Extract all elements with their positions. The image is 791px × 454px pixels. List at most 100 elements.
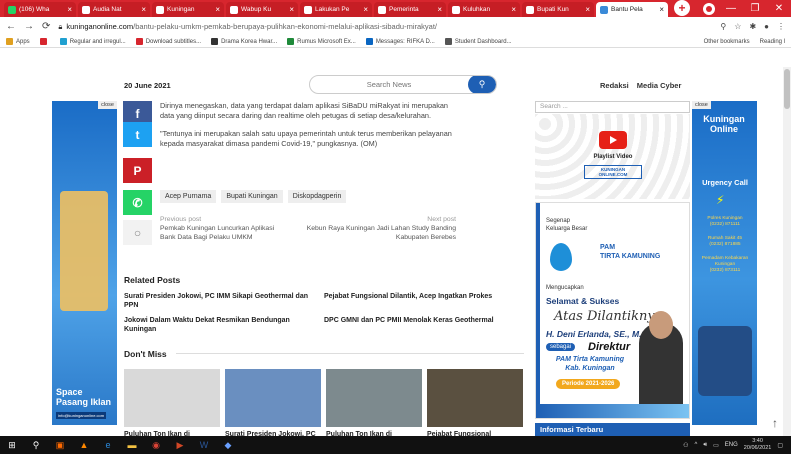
related-post-link[interactable]: Pejabat Fungsional Dilantik, Acep Ingatk… bbox=[324, 292, 524, 310]
dont-miss-card[interactable]: Surati Presiden Jokowi, PC bbox=[225, 369, 321, 436]
comment-icon[interactable]: ○ bbox=[123, 220, 152, 245]
volume-icon[interactable]: 🔊︎ bbox=[703, 442, 707, 449]
tab-favicon-icon bbox=[156, 5, 164, 14]
bookmark-item[interactable]: Drama Korea Hwar... bbox=[211, 38, 277, 45]
new-tab-button[interactable]: + bbox=[674, 0, 690, 16]
file-explorer-icon[interactable]: ▬ bbox=[126, 439, 138, 451]
search-button[interactable]: ⚲ bbox=[468, 76, 496, 93]
twitter-icon[interactable]: t bbox=[123, 122, 152, 147]
app-icon[interactable]: ▣ bbox=[54, 439, 66, 451]
tab-close-icon[interactable]: × bbox=[585, 5, 590, 14]
account-icon[interactable]: ● bbox=[764, 22, 769, 31]
related-post-link[interactable]: Surati Presiden Jokowi, PC IMM Sikapi Ge… bbox=[124, 292, 324, 310]
tag-chip[interactable]: Acep Purnama bbox=[160, 190, 217, 203]
browser-tab[interactable]: Bantu Pela × bbox=[596, 2, 668, 17]
star-icon[interactable]: ☆ bbox=[734, 22, 741, 31]
previous-post-link[interactable]: Previous post Pemkab Kuningan Luncurkan … bbox=[160, 215, 290, 242]
contact-info: Rumah Sakit 45 (0232) 871885 bbox=[707, 236, 743, 247]
dont-miss-card[interactable]: Puluhan Ton Ikan di bbox=[326, 369, 422, 436]
right-banner-ad[interactable]: close Kuningan Online Urgency Call ⚡︎ Po… bbox=[692, 101, 757, 425]
clock[interactable]: 3:40 20/06/2021 bbox=[744, 438, 772, 452]
link-media-cyber[interactable]: Media Cyber bbox=[637, 81, 682, 90]
search-icon[interactable]: ⚲ bbox=[30, 439, 42, 451]
bookmark-item[interactable]: Student Dashboard... bbox=[444, 38, 512, 45]
browser-tab[interactable]: Kuningan × bbox=[152, 2, 224, 17]
powerpoint-icon[interactable]: ▶ bbox=[174, 439, 186, 451]
browser-tab[interactable]: Pemerinta × bbox=[374, 2, 446, 17]
browser-tab[interactable]: Audia Nat × bbox=[78, 2, 150, 17]
bookmark-item[interactable]: Rumus Microsoft Ex... bbox=[287, 38, 356, 45]
tab-close-icon[interactable]: × bbox=[141, 5, 146, 14]
edge-icon[interactable]: e bbox=[102, 439, 114, 451]
chevron-up-icon[interactable]: ^ bbox=[695, 442, 698, 448]
ad-close-button[interactable]: close bbox=[692, 101, 711, 109]
tab-close-icon[interactable]: × bbox=[659, 5, 664, 14]
site-search: ⚲ bbox=[309, 75, 497, 94]
whatsapp-icon[interactable]: ✆ bbox=[123, 190, 152, 215]
language-indicator[interactable]: ENG bbox=[725, 442, 738, 448]
tab-close-icon[interactable]: × bbox=[511, 5, 516, 14]
playlist-video-widget[interactable]: Playlist Video KUNINGAN ONLINE.COM bbox=[584, 131, 642, 179]
extensions-icon[interactable]: ✱ bbox=[749, 22, 756, 31]
bookmark-icon bbox=[444, 38, 452, 45]
dont-miss-card[interactable]: Pejabat Fungsional bbox=[427, 369, 523, 436]
left-banner-ad[interactable]: close Space Pasang Iklan info@kuninganon… bbox=[52, 101, 117, 425]
bookmark-icon bbox=[135, 38, 143, 45]
bookmark-item[interactable]: Apps bbox=[6, 38, 30, 45]
back-icon[interactable]: ← bbox=[6, 21, 16, 32]
related-post-link[interactable]: Jokowi Dalam Waktu Dekat Resmikan Bendun… bbox=[124, 316, 324, 334]
tab-close-icon[interactable]: × bbox=[67, 5, 72, 14]
next-post-link[interactable]: Next post Kebun Raya Kuningan Jadi Lahan… bbox=[306, 215, 456, 242]
browser-tab[interactable]: Bupati Kun × bbox=[522, 2, 594, 17]
scroll-thumb[interactable] bbox=[784, 69, 790, 109]
tab-label: Lakukan Pe bbox=[315, 6, 350, 13]
page-scrollbar[interactable] bbox=[783, 67, 791, 436]
people-icon[interactable]: ⚇ bbox=[683, 442, 688, 449]
sidebar-search-input[interactable]: Search ... bbox=[535, 101, 690, 113]
bookmark-item[interactable]: Download subtitles... bbox=[135, 38, 201, 45]
close-window-icon[interactable]: ✕ bbox=[767, 0, 791, 17]
pam-congratulation-ad[interactable]: Segenap Keluarga Besar PAM TIRTA KAMUNIN… bbox=[535, 202, 690, 419]
tag-chip[interactable]: Bupati Kuningan bbox=[221, 190, 283, 203]
dont-miss-section: Don't Miss Puluhan Ton Ikan di Surati Pre… bbox=[124, 349, 524, 436]
url-field[interactable]: 🔒︎ kuninganonline.com/bantu-pelaku-umkm-… bbox=[58, 22, 712, 32]
tag-chip[interactable]: Diskopdagperin bbox=[287, 190, 347, 203]
next-post-label: Next post bbox=[427, 216, 456, 223]
minimize-icon[interactable]: — bbox=[719, 0, 743, 17]
app-icon[interactable]: ◆ bbox=[222, 439, 234, 451]
tab-label: Audia Nat bbox=[93, 6, 122, 13]
forward-icon[interactable]: → bbox=[24, 21, 34, 32]
word-icon[interactable]: W bbox=[198, 439, 210, 451]
dont-miss-card[interactable]: Puluhan Ton Ikan di bbox=[124, 369, 220, 436]
pinterest-icon[interactable]: P bbox=[123, 158, 152, 183]
tab-close-icon[interactable]: × bbox=[289, 5, 294, 14]
chrome-icon[interactable]: ◉ bbox=[150, 439, 162, 451]
profile-icon[interactable] bbox=[703, 3, 715, 15]
bookmark-item[interactable] bbox=[39, 38, 50, 45]
notifications-icon[interactable]: ▢ bbox=[777, 442, 783, 449]
tab-favicon-icon bbox=[230, 5, 238, 14]
zoom-icon[interactable]: ⚲ bbox=[720, 22, 726, 31]
browser-tab[interactable]: Wabup Ku × bbox=[226, 2, 298, 17]
bookmark-item[interactable]: Reading l bbox=[760, 39, 785, 45]
bookmark-item[interactable]: Other bookmarks bbox=[704, 39, 750, 45]
reload-icon[interactable]: ⟳ bbox=[42, 21, 50, 32]
maximize-icon[interactable]: ❐ bbox=[743, 0, 767, 17]
windows-start-icon[interactable]: ⊞ bbox=[6, 439, 18, 451]
vlc-icon[interactable]: ▲ bbox=[78, 439, 90, 451]
bookmark-item[interactable]: Regular and irregul... bbox=[59, 38, 126, 45]
search-input[interactable] bbox=[310, 80, 468, 89]
tab-close-icon[interactable]: × bbox=[363, 5, 368, 14]
related-post-link[interactable]: DPC GMNI dan PC PMII Menolak Keras Geoth… bbox=[324, 316, 524, 334]
menu-icon[interactable]: ⋮ bbox=[777, 22, 785, 31]
ad-close-button[interactable]: close bbox=[98, 101, 117, 109]
tab-close-icon[interactable]: × bbox=[437, 5, 442, 14]
link-redaksi[interactable]: Redaksi bbox=[600, 81, 629, 90]
tab-close-icon[interactable]: × bbox=[215, 5, 220, 14]
bookmark-item[interactable]: Messages: RIFKA D... bbox=[365, 38, 435, 45]
browser-tab[interactable]: (106) Wha × bbox=[4, 2, 76, 17]
browser-tab[interactable]: Lakukan Pe × bbox=[300, 2, 372, 17]
network-icon[interactable]: ▭ bbox=[713, 442, 719, 449]
browser-tab[interactable]: Kuluhkan × bbox=[448, 2, 520, 17]
scroll-up-icon[interactable]: ↑ bbox=[772, 416, 778, 430]
